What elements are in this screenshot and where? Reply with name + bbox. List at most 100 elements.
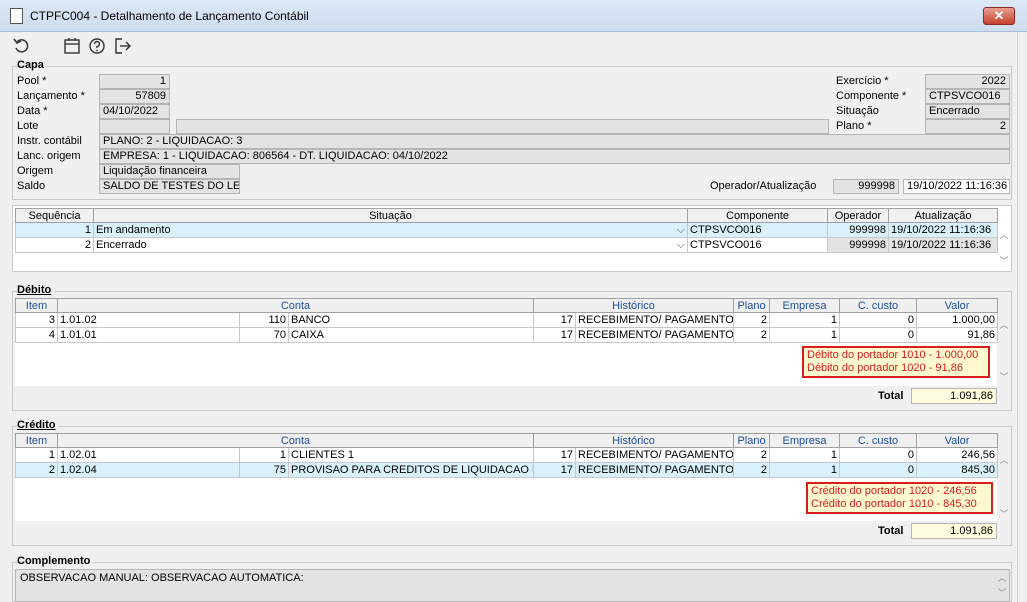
table-row[interactable]: 3 1.01.02 110 BANCO 17 RECEBIMENTO/ PAGA… bbox=[15, 312, 999, 328]
window-title: CTPFC004 - Detalhamento de Lançamento Co… bbox=[30, 9, 309, 23]
table-row[interactable]: 2 1.02.04 75 PROVISAO PARA CREDITOS DE L… bbox=[15, 462, 999, 478]
col-empresa[interactable]: Empresa bbox=[769, 433, 841, 448]
cell-item: 4 bbox=[15, 327, 58, 343]
credito-note-line: Crédito do portador 1020 - 246,56 bbox=[811, 485, 977, 497]
scroll-down-icon[interactable]: ﹀ bbox=[995, 586, 1009, 599]
chevron-down-icon[interactable]: ⌵ bbox=[677, 239, 685, 252]
cell-componente: CTPSVCO016 bbox=[687, 222, 828, 238]
situacao-select[interactable]: Encerrado ⌵ bbox=[93, 237, 688, 253]
cell-seq: 2 bbox=[15, 237, 94, 253]
cell-conta-id: 1 bbox=[239, 447, 289, 463]
col-valor[interactable]: Valor bbox=[916, 433, 999, 448]
col-conta[interactable]: Conta bbox=[57, 433, 534, 448]
situacao-field[interactable]: Encerrado bbox=[925, 104, 1010, 119]
scroll-down-icon[interactable]: ﹀ bbox=[997, 507, 1011, 520]
cell-hist-id: 17 bbox=[533, 327, 576, 343]
situacao-value: Encerrado bbox=[96, 238, 147, 251]
cell-empresa: 1 bbox=[769, 327, 841, 343]
scroll-down-icon[interactable]: ﹀ bbox=[997, 370, 1011, 383]
cell-historico: RECEBIMENTO/ PAGAMENTO bbox=[574, 447, 735, 463]
col-ccusto[interactable]: C. custo bbox=[839, 433, 918, 448]
table-row[interactable]: 4 1.01.01 70 CAIXA 17 RECEBIMENTO/ PAGAM… bbox=[15, 327, 999, 343]
scroll-up-icon[interactable]: ︿ bbox=[997, 453, 1011, 466]
col-conta[interactable]: Conta bbox=[57, 298, 534, 313]
undo-icon[interactable] bbox=[12, 36, 32, 56]
plano-field[interactable]: 2 bbox=[925, 119, 1010, 134]
status-table: Sequência Situação Componente Operador A… bbox=[15, 208, 998, 253]
cell-empresa: 1 bbox=[769, 312, 841, 328]
debito-total-label: Total bbox=[878, 390, 904, 402]
credito-annotation: Crédito do portador 1020 - 246,56 Crédit… bbox=[806, 482, 993, 514]
exit-icon[interactable] bbox=[113, 36, 133, 56]
cell-atualizacao: 19/10/2022 11:16:36 bbox=[888, 222, 998, 238]
close-button[interactable]: ✕ bbox=[983, 7, 1015, 25]
col-sequencia[interactable]: Sequência bbox=[15, 208, 94, 223]
col-plano[interactable]: Plano bbox=[733, 298, 771, 313]
lancamento-label: Lançamento * bbox=[17, 90, 85, 102]
cell-conta-nome: CAIXA bbox=[288, 327, 534, 343]
scroll-down-icon[interactable]: ﹀ bbox=[997, 254, 1011, 267]
cell-item: 1 bbox=[15, 447, 58, 463]
debito-total-field: 1.091,86 bbox=[911, 388, 997, 404]
instr-contabil-field[interactable]: PLANO: 2 - LIQUIDACAO: 3 bbox=[99, 134, 1010, 149]
cell-ccusto: 0 bbox=[839, 462, 918, 478]
cell-hist-id: 17 bbox=[533, 462, 576, 478]
saldo-field[interactable]: SALDO DE TESTES DO LEO bbox=[99, 179, 240, 194]
table-row[interactable]: 1 Em andamento ⌵ CTPSVCO016 999998 19/10/… bbox=[15, 222, 998, 238]
origem-field[interactable]: Liquidação financeira bbox=[99, 164, 240, 179]
table-row[interactable]: 2 Encerrado ⌵ CTPSVCO016 999998 19/10/202… bbox=[15, 237, 998, 253]
cell-historico: RECEBIMENTO/ PAGAMENTO bbox=[574, 327, 735, 343]
cell-hist-id: 17 bbox=[533, 312, 576, 328]
col-historico[interactable]: Histórico bbox=[532, 298, 735, 313]
cell-valor: 246,56 bbox=[916, 447, 999, 463]
lote-field[interactable] bbox=[176, 119, 829, 134]
atualizacao-field[interactable]: 19/10/2022 11:16:36 bbox=[903, 179, 1010, 194]
cell-conta-id: 75 bbox=[239, 462, 289, 478]
col-historico[interactable]: Histórico bbox=[532, 433, 735, 448]
col-operador[interactable]: Operador bbox=[827, 208, 889, 223]
situacao-select[interactable]: Em andamento ⌵ bbox=[93, 222, 688, 238]
calendar-icon[interactable] bbox=[62, 36, 82, 56]
componente-field[interactable]: CTPSVCO016 bbox=[925, 89, 1010, 104]
cell-atualizacao: 19/10/2022 11:16:36 bbox=[888, 237, 998, 253]
col-plano[interactable]: Plano bbox=[733, 433, 771, 448]
operador-field[interactable]: 999998 bbox=[833, 179, 899, 194]
scroll-up-icon[interactable]: ︿ bbox=[997, 318, 1011, 331]
cell-valor: 91,86 bbox=[916, 327, 999, 343]
cell-conta-nome: CLIENTES 1 bbox=[288, 447, 534, 463]
window-scrollbar[interactable] bbox=[1017, 32, 1027, 602]
cell-item: 2 bbox=[15, 462, 58, 478]
pool-field[interactable]: 1 bbox=[99, 74, 170, 89]
exercicio-field[interactable]: 2022 bbox=[925, 74, 1010, 89]
lanc-origem-label: Lanc. origem bbox=[17, 150, 81, 162]
complemento-title: Complemento bbox=[17, 555, 94, 567]
instr-contabil-label: Instr. contábil bbox=[17, 135, 82, 147]
complemento-textarea[interactable]: OBSERVACAO MANUAL: OBSERVACAO AUTOMATICA… bbox=[15, 569, 1010, 602]
col-valor[interactable]: Valor bbox=[916, 298, 999, 313]
table-row[interactable]: 1 1.02.01 1 CLIENTES 1 17 RECEBIMENTO/ P… bbox=[15, 447, 999, 463]
col-situacao[interactable]: Situação bbox=[93, 208, 688, 223]
situacao-value: Em andamento bbox=[96, 223, 171, 236]
scroll-up-icon[interactable]: ︿ bbox=[995, 571, 1009, 584]
col-item[interactable]: Item bbox=[15, 298, 58, 313]
col-componente[interactable]: Componente bbox=[687, 208, 828, 223]
credito-title: Crédito bbox=[17, 419, 59, 431]
lote-id-field[interactable] bbox=[99, 119, 170, 134]
help-icon[interactable] bbox=[87, 36, 107, 56]
lote-label: Lote bbox=[17, 120, 39, 132]
chevron-down-icon[interactable]: ⌵ bbox=[677, 224, 685, 237]
status-header-row: Sequência Situação Componente Operador A… bbox=[15, 208, 998, 223]
col-item[interactable]: Item bbox=[15, 433, 58, 448]
col-ccusto[interactable]: C. custo bbox=[839, 298, 918, 313]
cell-ccusto: 0 bbox=[839, 327, 918, 343]
col-atualizacao[interactable]: Atualização bbox=[888, 208, 998, 223]
scroll-up-icon[interactable]: ︿ bbox=[997, 228, 1011, 241]
cell-conta: 1.02.04 bbox=[57, 462, 240, 478]
col-empresa[interactable]: Empresa bbox=[769, 298, 841, 313]
lancamento-field[interactable]: 57809 bbox=[99, 89, 170, 104]
cell-plano: 2 bbox=[733, 447, 771, 463]
capa-title: Capa bbox=[17, 59, 47, 71]
data-field[interactable]: 04/10/2022 bbox=[99, 104, 170, 119]
lanc-origem-field[interactable]: EMPRESA: 1 - LIQUIDACAO: 806564 - DT. LI… bbox=[99, 149, 1010, 164]
cell-empresa: 1 bbox=[769, 462, 841, 478]
